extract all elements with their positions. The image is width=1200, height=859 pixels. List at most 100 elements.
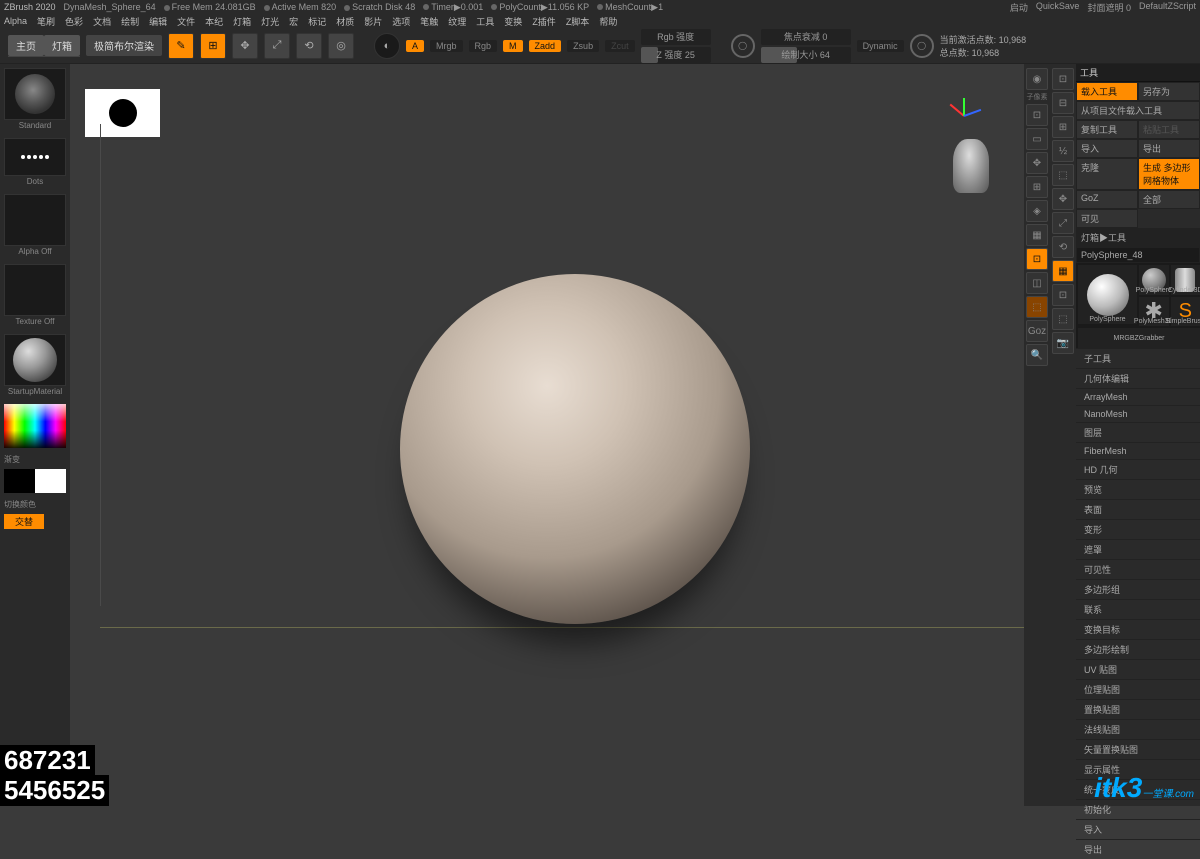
paste-tool-button[interactable]: 粘贴工具: [1138, 120, 1200, 139]
quicksave-button[interactable]: QuickSave: [1036, 1, 1080, 14]
defaultzscript-button[interactable]: DefaultZScript: [1139, 1, 1196, 14]
acc-arraymesh[interactable]: ArrayMesh: [1076, 388, 1200, 405]
size-dial-icon[interactable]: ◯: [910, 34, 934, 58]
menu-right-0[interactable]: 启动: [1010, 1, 1028, 14]
actual-icon[interactable]: ⊞: [1052, 116, 1074, 138]
import-button[interactable]: 导入: [1076, 139, 1138, 158]
rotate-icon[interactable]: ⟲: [1052, 236, 1074, 258]
tab-decimate[interactable]: 极简布尔渲染: [86, 35, 162, 56]
reference-thumbnail[interactable]: [85, 89, 160, 137]
mode-m[interactable]: M: [503, 40, 523, 52]
move-icon[interactable]: ✥: [1052, 188, 1074, 210]
tool-thumb-simplebrush[interactable]: SSimpleBrush: [1171, 297, 1200, 327]
mode-zadd[interactable]: Zadd: [529, 40, 562, 52]
menu-draw[interactable]: 绘制: [121, 15, 139, 28]
acc-deform[interactable]: 变形: [1076, 519, 1200, 539]
menu-color[interactable]: 色彩: [65, 15, 83, 28]
menu-transform[interactable]: 变换: [504, 15, 522, 28]
model-sphere[interactable]: [400, 274, 750, 624]
persp-icon[interactable]: ⊡: [1026, 104, 1048, 126]
focal-dial-icon[interactable]: ◯: [731, 34, 755, 58]
brush-slot[interactable]: Standard: [4, 68, 66, 120]
scale-mode-icon[interactable]: ⤢: [264, 33, 290, 59]
acc-displacement[interactable]: 置换贴图: [1076, 699, 1200, 719]
menu-material[interactable]: 材质: [336, 15, 354, 28]
material-slot[interactable]: StartupMaterial: [4, 334, 66, 386]
tab-lightbox[interactable]: 灯箱: [44, 35, 80, 56]
scroll-icon[interactable]: ⊡: [1052, 68, 1074, 90]
camera-icon[interactable]: 📷: [1052, 332, 1074, 354]
menu-marker[interactable]: 标记: [308, 15, 326, 28]
texture-slot[interactable]: Texture Off: [4, 264, 66, 316]
tool-panel-title[interactable]: 工具: [1076, 64, 1200, 82]
scale-icon[interactable]: ⤢: [1052, 212, 1074, 234]
rotate-mode-icon[interactable]: ⟲: [296, 33, 322, 59]
acc-polygroups[interactable]: 多边形组: [1076, 579, 1200, 599]
move-mode-icon[interactable]: ✥: [232, 33, 258, 59]
zoom-icon[interactable]: ⊟: [1052, 92, 1074, 114]
switch-color-button[interactable]: 交替: [4, 514, 44, 529]
acc-preview[interactable]: 预览: [1076, 479, 1200, 499]
copy-tool-button[interactable]: 复制工具: [1076, 120, 1138, 139]
color-swatches[interactable]: [4, 469, 66, 493]
acc-subtool[interactable]: 子工具: [1076, 348, 1200, 368]
current-tool-label[interactable]: PolySphere_48: [1076, 247, 1200, 263]
menu-tool[interactable]: 工具: [476, 15, 494, 28]
acc-visibility[interactable]: 可见性: [1076, 559, 1200, 579]
gizmo-icon[interactable]: ◎: [328, 33, 354, 59]
tool-thumb-mrgb[interactable]: MRGBZGrabber: [1078, 328, 1200, 348]
mode-a[interactable]: A: [406, 40, 424, 52]
acc-geometry[interactable]: 几何体编辑: [1076, 368, 1200, 388]
goz-visible-button[interactable]: 可见: [1076, 209, 1138, 228]
linefill-icon[interactable]: ▦: [1052, 260, 1074, 282]
clone-button[interactable]: 克隆: [1076, 158, 1138, 190]
make-polymesh-button[interactable]: 生成 多边形网格物体: [1138, 158, 1200, 190]
menu-file[interactable]: 文件: [177, 15, 195, 28]
menu-zscript[interactable]: Z脚本: [566, 15, 590, 28]
focal-shift-slider[interactable]: 焦点衰减 0: [761, 29, 851, 45]
edit-mode-icon[interactable]: ✎: [168, 33, 194, 59]
menu-light[interactable]: 灯箱: [233, 15, 251, 28]
tab-home[interactable]: 主页: [8, 35, 44, 56]
alpha-slot[interactable]: Alpha Off: [4, 194, 66, 246]
dynamic-icon[interactable]: ◈: [1026, 200, 1048, 222]
floor-icon[interactable]: ▭: [1026, 128, 1048, 150]
goz-button[interactable]: GoZ: [1076, 190, 1138, 209]
menu-zplugin[interactable]: Z插件: [532, 15, 556, 28]
save-as-button[interactable]: 另存为: [1138, 82, 1200, 101]
mode-zsub[interactable]: Zsub: [567, 40, 599, 52]
transp-icon[interactable]: ⊡: [1026, 248, 1048, 270]
acc-uvmap[interactable]: UV 贴图: [1076, 659, 1200, 679]
dynamic-toggle[interactable]: Dynamic: [857, 40, 904, 52]
menu-layer[interactable]: 本纪: [205, 15, 223, 28]
export-button[interactable]: 导出: [1138, 139, 1200, 158]
acc-fibermesh[interactable]: FiberMesh: [1076, 442, 1200, 459]
acc-export[interactable]: 导出: [1076, 839, 1200, 859]
search-icon[interactable]: 🔍: [1026, 344, 1048, 366]
z-intensity-slider[interactable]: Z 强度 25: [641, 47, 711, 63]
acc-contact[interactable]: 联系: [1076, 599, 1200, 619]
mode-rgb[interactable]: Rgb: [469, 40, 498, 52]
aahalf-icon[interactable]: ½: [1052, 140, 1074, 162]
acc-vectordisp[interactable]: 矢量置换贴图: [1076, 739, 1200, 759]
color-picker[interactable]: [4, 404, 66, 448]
rgb-intensity-slider[interactable]: Rgb 强度: [641, 29, 711, 45]
lightbox-tools-button[interactable]: 灯箱▶工具: [1076, 228, 1200, 247]
tool-thumb-polymesh[interactable]: ✱PolyMesh3D: [1139, 297, 1169, 327]
load-from-project-button[interactable]: 从项目文件载入工具: [1076, 101, 1200, 120]
draw-mode-icon[interactable]: ⊞: [200, 33, 226, 59]
menu-right-2[interactable]: 封面遮明 0: [1087, 1, 1131, 14]
menu-lightbox[interactable]: 灯光: [261, 15, 279, 28]
polyf-icon[interactable]: ▦: [1026, 224, 1048, 246]
sculptris-icon[interactable]: ◐: [374, 33, 400, 59]
local-icon[interactable]: ✥: [1026, 152, 1048, 174]
grid-icon[interactable]: ⊞: [1026, 176, 1048, 198]
axis-gizmo[interactable]: [944, 94, 984, 134]
acc-texturemap[interactable]: 位理贴图: [1076, 679, 1200, 699]
camera-head-icon[interactable]: [953, 139, 989, 193]
timeline-icon[interactable]: ⬚: [1052, 308, 1074, 330]
menu-alpha[interactable]: Alpha: [4, 16, 27, 26]
stroke-slot[interactable]: Dots: [4, 138, 66, 176]
mode-zcut[interactable]: Zcut: [605, 40, 635, 52]
acc-surface[interactable]: 表面: [1076, 499, 1200, 519]
